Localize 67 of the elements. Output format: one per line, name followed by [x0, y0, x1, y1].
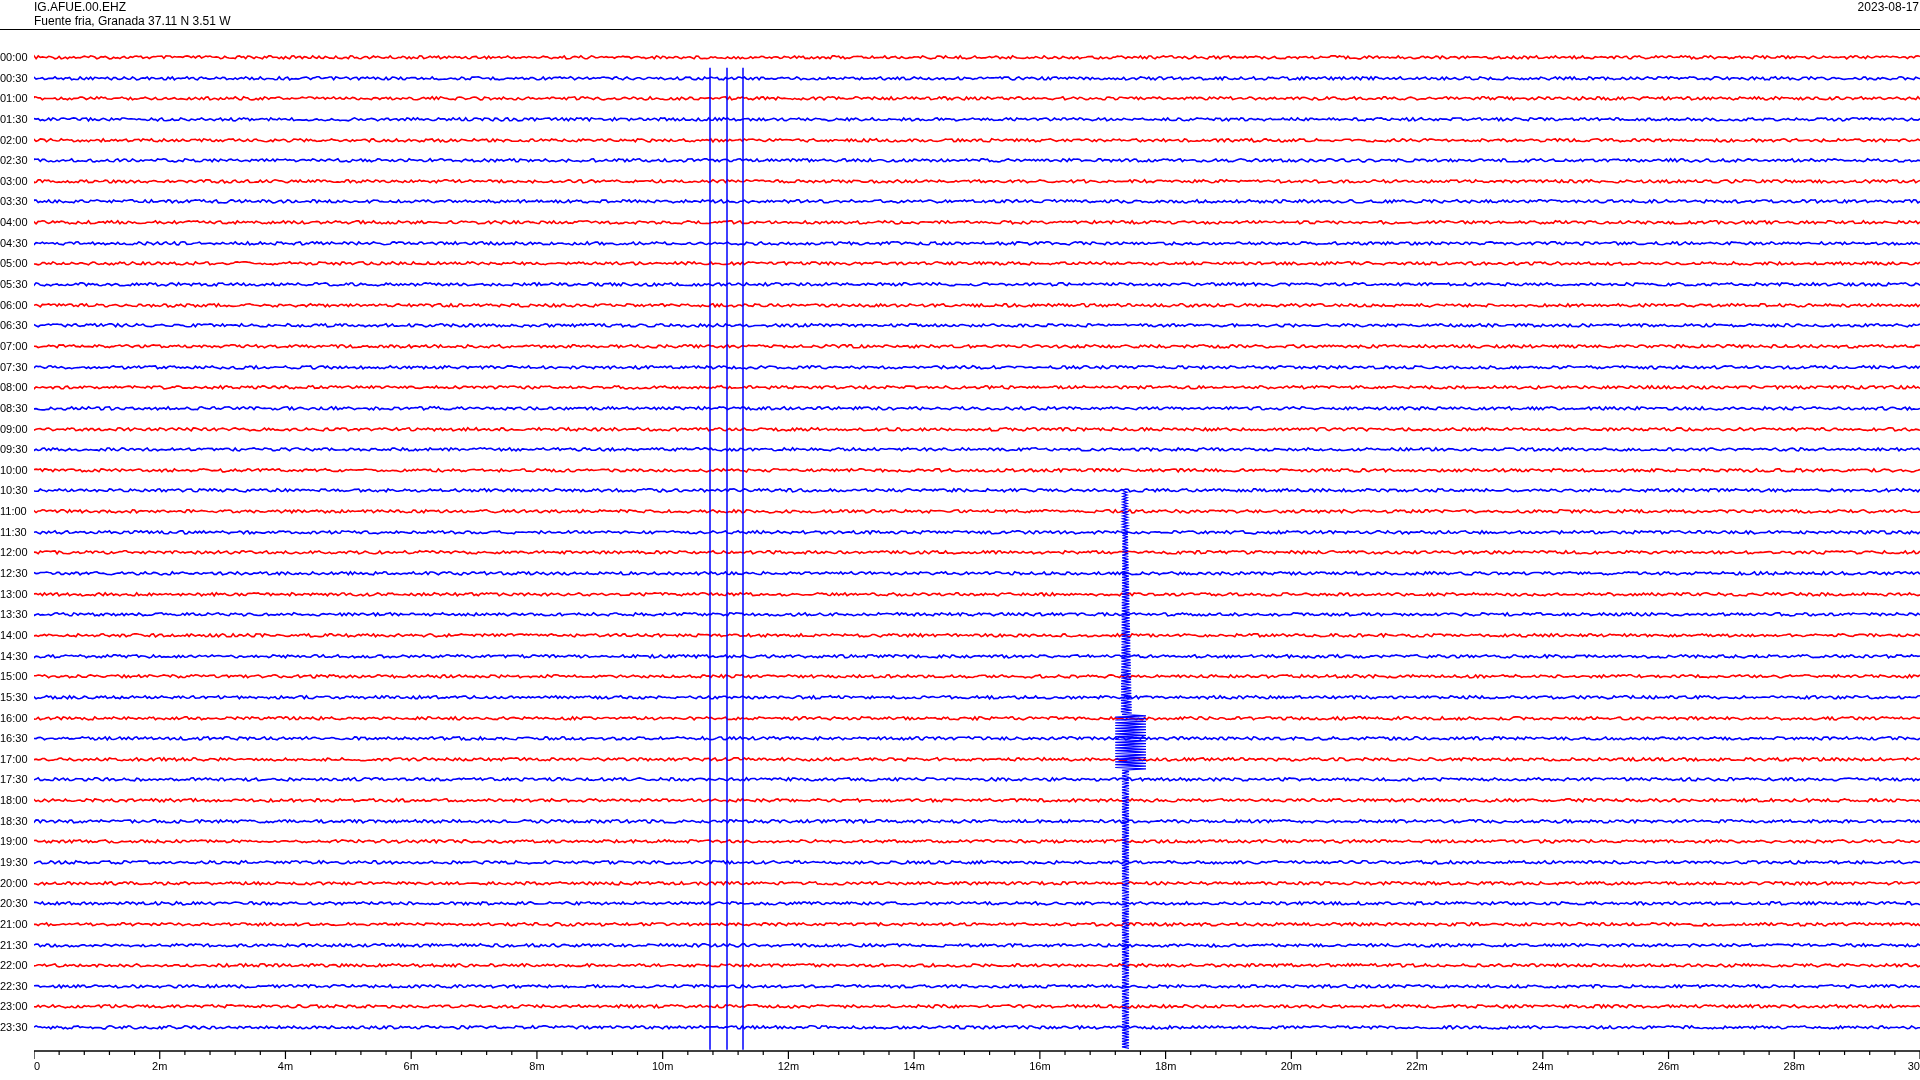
time-label: 00:30	[0, 70, 29, 86]
time-label: 00:00	[0, 50, 29, 65]
axis-label: 26m	[1657, 1059, 1680, 1073]
axis-label: 2m	[152, 1059, 168, 1073]
time-label: 03:00	[0, 173, 29, 189]
time-label: 06:30	[0, 318, 29, 334]
time-label: 01:00	[0, 91, 29, 107]
time-label: 04:00	[0, 215, 29, 231]
time-label: 08:00	[0, 380, 29, 396]
time-label: 22:30	[0, 978, 29, 994]
time-label: 18:30	[0, 813, 29, 829]
axis-label: 12m	[777, 1059, 800, 1073]
time-label: 14:00	[0, 627, 29, 643]
time-label: 17:30	[0, 772, 29, 788]
time-label: 07:30	[0, 359, 29, 375]
time-label: 11:00	[0, 504, 28, 520]
axis-label: 10m	[651, 1059, 674, 1073]
time-label: 06:00	[0, 297, 29, 313]
time-label: 05:30	[0, 277, 29, 293]
time-label: 21:00	[0, 916, 29, 932]
axis-label: 28m	[1783, 1059, 1805, 1073]
time-label: 02:00	[0, 132, 29, 148]
time-label: 04:30	[0, 235, 29, 251]
axis-label: 8m	[529, 1059, 545, 1073]
time-label: 15:00	[0, 669, 29, 685]
time-label: 10:00	[0, 462, 29, 478]
axis-label: 16m	[1029, 1059, 1051, 1073]
time-label: 17:00	[0, 751, 29, 767]
time-label: 20:00	[0, 875, 29, 891]
time-label: 11:30	[0, 524, 28, 540]
time-label: 09:00	[0, 421, 29, 437]
time-label: 09:30	[0, 442, 29, 458]
time-label: 13:30	[0, 607, 29, 623]
time-label: 19:00	[0, 834, 29, 850]
station-location: Fuente fria, Granada 37.11 N 3.51 W	[34, 14, 231, 28]
time-label: 08:30	[0, 400, 29, 416]
time-label: 16:00	[0, 710, 29, 726]
axis-label: 14m	[903, 1059, 925, 1073]
time-label: 19:30	[0, 855, 29, 870]
axis-label: 6m	[403, 1059, 419, 1073]
time-label: 05:00	[0, 256, 29, 272]
axis-label: 20m	[1280, 1059, 1303, 1073]
time-label: 16:30	[0, 731, 29, 747]
time-label: 02:30	[0, 153, 29, 169]
time-label: 03:30	[0, 194, 29, 210]
axis-label: 4m	[277, 1059, 294, 1073]
axis-label: 0	[34, 1059, 41, 1073]
axis-label: 30	[1907, 1059, 1920, 1073]
time-label: 23:30	[0, 1020, 29, 1036]
time-label: 21:30	[0, 937, 29, 953]
time-label: 10:30	[0, 483, 29, 499]
time-label: 12:30	[0, 566, 29, 581]
time-label: 20:30	[0, 896, 29, 912]
station-code: IG.AFUE.00.EHZ	[34, 0, 128, 14]
plot-date: 2023-08-17	[1857, 0, 1920, 16]
axis-label: 18m	[1154, 1059, 1177, 1073]
time-label: 22:00	[0, 958, 29, 974]
time-label: 13:00	[0, 586, 29, 602]
time-label: 12:00	[0, 545, 29, 561]
time-label: 14:30	[0, 648, 29, 664]
time-label: 01:30	[0, 111, 29, 127]
time-label: 15:30	[0, 689, 29, 705]
axis-label: 22m	[1406, 1059, 1428, 1073]
time-label: 23:00	[0, 999, 29, 1015]
time-label: 18:00	[0, 793, 29, 809]
axis-label: 24m	[1532, 1059, 1554, 1073]
time-label: 07:00	[0, 338, 29, 354]
